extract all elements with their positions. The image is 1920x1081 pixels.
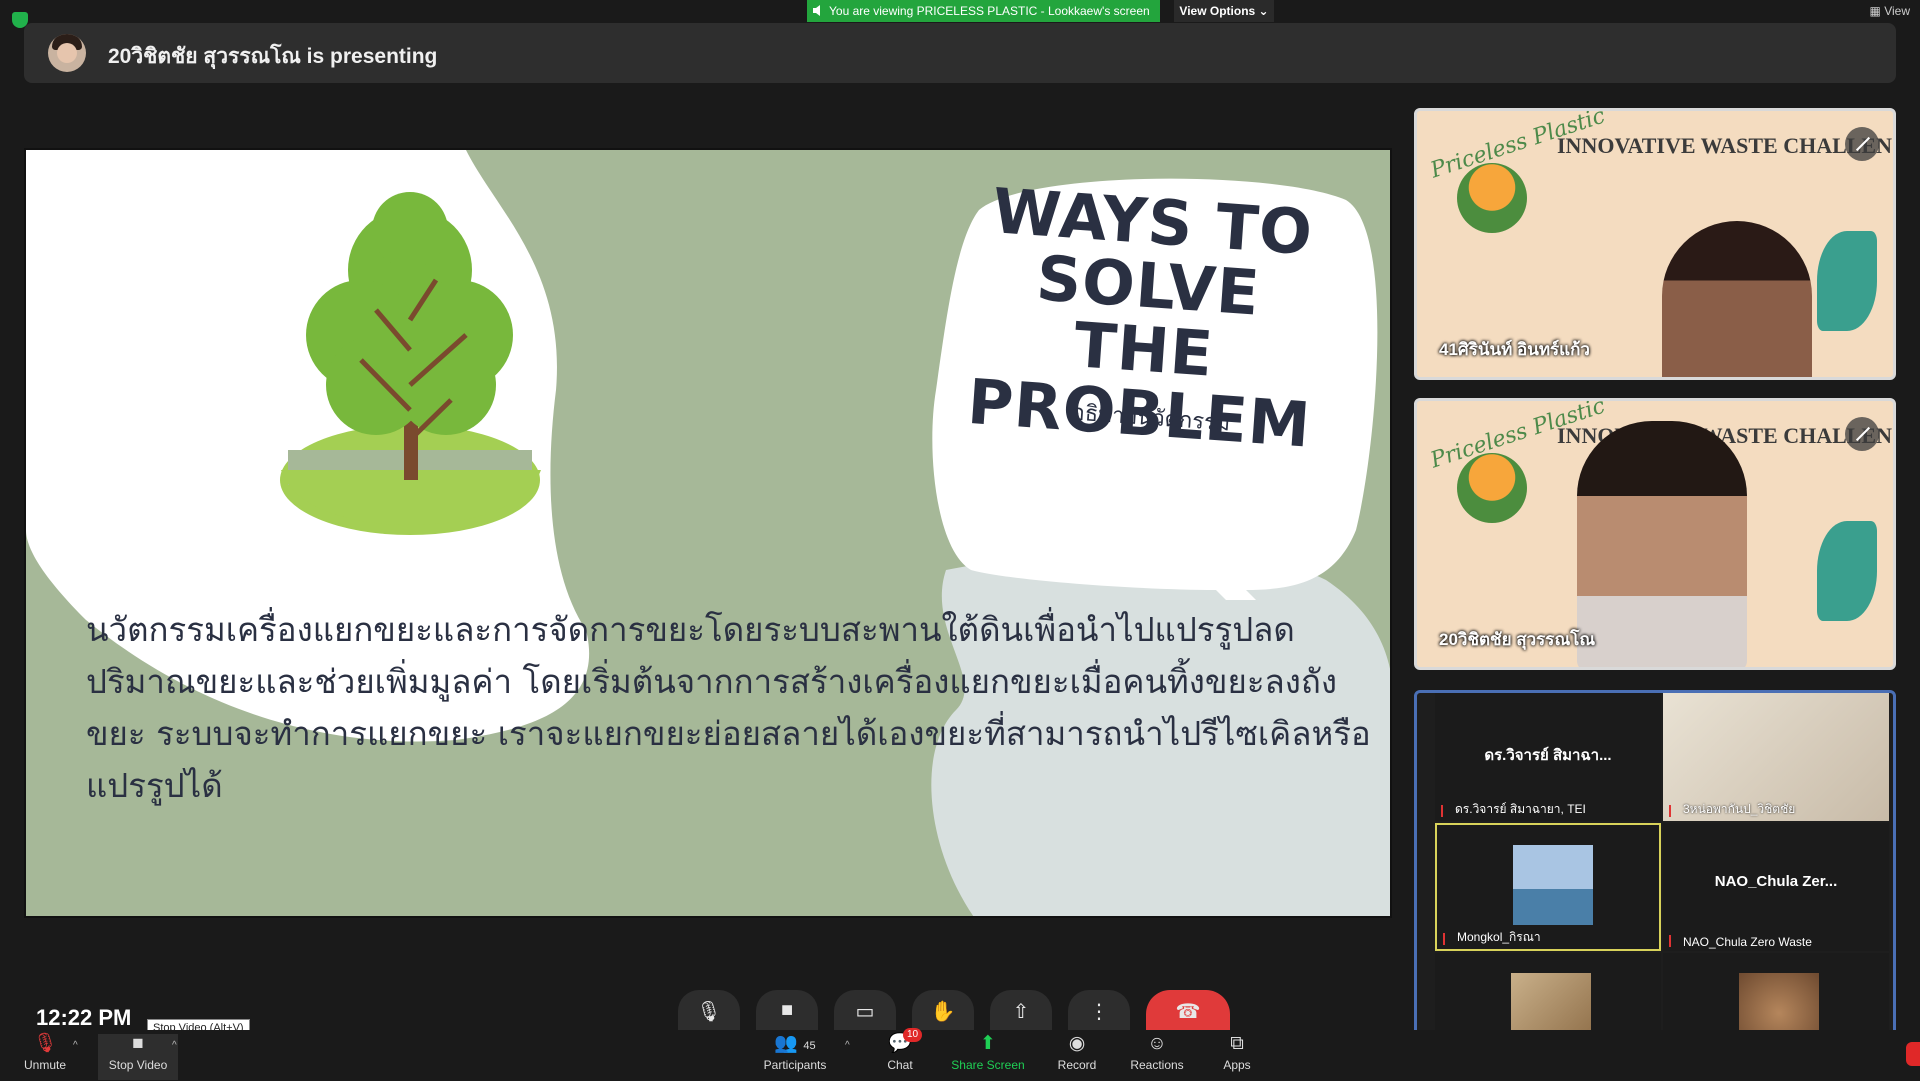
viewing-banner-text: You are viewing PRICELESS PLASTIC - Look…: [829, 4, 1150, 18]
muted-mic-icon: [1669, 805, 1677, 817]
microphone-icon: 🎙: [696, 1001, 722, 1023]
presenting-text: 20วิชิตชัย สุวรรณโณ is presenting: [108, 45, 438, 68]
camera-icon: ■: [132, 1033, 144, 1054]
participant-video: [1662, 221, 1812, 377]
participant-name: 41ศิรินันท์ อินทร์แก้ว: [1439, 340, 1590, 359]
video-tile-2[interactable]: Priceless Plastic INNOVATIVE WASTE CHALL…: [1414, 398, 1896, 670]
reactions-label: Reactions: [1130, 1058, 1184, 1072]
muted-mic-icon: [1845, 127, 1879, 161]
participant-video: [1577, 421, 1747, 667]
chat-label: Chat: [887, 1058, 913, 1072]
share-screen-button[interactable]: ⬆ Share Screen: [948, 1033, 1028, 1073]
record-button[interactable]: ◉ Record: [1037, 1033, 1117, 1073]
participants-label: Participants: [763, 1058, 827, 1072]
chat-unread-badge: 10: [903, 1028, 923, 1042]
record-icon: ◉: [1068, 1033, 1086, 1054]
share-screen-icon: ⬆: [980, 1033, 996, 1054]
camera-icon: ■: [780, 999, 794, 1021]
leave-phone-icon: ☎: [1175, 1001, 1201, 1023]
gallery-cell-label: 3หน่อพากันป_วิชิตชัย: [1683, 802, 1796, 816]
gallery-cell-name: NAO_Chula Zer...: [1714, 873, 1838, 890]
hand-icon: ✋: [930, 1001, 956, 1023]
unmute-label: Unmute: [23, 1058, 67, 1072]
chat-button[interactable]: 💬 Chat: [860, 1033, 940, 1073]
apps-icon: ⧉: [1230, 1033, 1244, 1054]
speaker-icon: [813, 5, 820, 16]
view-button-label: View: [1884, 4, 1910, 18]
gallery-cell-label: Mongkol_กิรณา: [1457, 930, 1541, 944]
share-pill-button[interactable]: ⇧: [990, 990, 1052, 1032]
muted-mic-icon: [1669, 935, 1677, 947]
raise-hand-pill-button[interactable]: ✋: [912, 990, 974, 1032]
tile-plant-decoration: [1817, 231, 1877, 331]
participants-options-caret[interactable]: ^: [845, 1040, 850, 1051]
chat-icon: 💬: [888, 1033, 912, 1054]
gallery-cell-name: ดร.วิจารย์ สิมาฉา...: [1484, 747, 1612, 764]
leave-pill-button[interactable]: ☎: [1146, 990, 1230, 1032]
video-options-caret[interactable]: ^: [172, 1040, 177, 1051]
clock-time: 12:22 PM: [36, 1005, 132, 1030]
gallery-cell-label: ดร.วิจารย์ สิมาฉายา, TEI: [1455, 802, 1586, 816]
presenter-avatar: [48, 34, 86, 72]
gallery-cell[interactable]: 3หน่อพากันป_วิชิตชัย: [1663, 693, 1889, 821]
more-vertical-icon: ⋮: [1089, 1001, 1109, 1023]
gallery-cell[interactable]: ดร.วิจารย์ สิมาฉา... ดร.วิจารย์ สิมาฉายา…: [1435, 693, 1661, 821]
captions-pill-button[interactable]: ▭: [834, 990, 896, 1032]
participants-button[interactable]: 👥 45 Participants: [755, 1033, 835, 1073]
participant-gallery: ดร.วิจารย์ สิมาฉา... ดร.วิจารย์ สิมาฉายา…: [1414, 690, 1896, 1081]
view-button[interactable]: ▦ View: [1870, 0, 1910, 22]
apps-button[interactable]: ⧉ Apps: [1197, 1033, 1277, 1073]
view-options-button[interactable]: View Options ⌄: [1174, 0, 1274, 22]
captions-icon: ▭: [855, 1001, 875, 1023]
share-up-icon: ⇧: [1012, 1001, 1030, 1023]
video-tile-1[interactable]: Priceless Plastic INNOVATIVE WASTE CHALL…: [1414, 108, 1896, 380]
end-meeting-edge[interactable]: [1906, 1042, 1920, 1066]
muted-mic-icon: [1443, 933, 1451, 945]
participant-thumbnail: [1513, 845, 1593, 925]
audio-options-caret[interactable]: ^: [73, 1040, 78, 1051]
muted-mic-icon: [1845, 417, 1879, 451]
reactions-icon: ☺: [1147, 1033, 1167, 1054]
record-label: Record: [1057, 1058, 1097, 1072]
presenting-bar: 20วิชิตชัย สุวรรณโณ is presenting: [24, 23, 1896, 83]
mic-pill-button[interactable]: 🎙: [678, 990, 740, 1032]
viewing-banner: You are viewing PRICELESS PLASTIC - Look…: [807, 0, 1160, 22]
stop-video-label: Stop Video: [108, 1058, 168, 1072]
muted-mic-icon: [1441, 805, 1449, 817]
apps-label: Apps: [1223, 1058, 1251, 1072]
tile-logo: [1457, 453, 1527, 523]
shared-screen-slide: WAYS TO SOLVE THE PROBLEM อธิบายนวัตกรรม…: [24, 148, 1392, 918]
participant-name: 20วิชิตชัย สุวรรณโณ: [1439, 630, 1596, 649]
gallery-cell[interactable]: NAO_Chula Zer... NAO_Chula Zero Waste: [1663, 823, 1889, 951]
share-screen-label: Share Screen: [951, 1058, 1025, 1072]
tile-plant-decoration: [1817, 521, 1877, 621]
gallery-cell[interactable]: Mongkol_กิรณา: [1435, 823, 1661, 951]
participants-count: 45: [803, 1040, 816, 1052]
stop-video-button[interactable]: ■ Stop Video: [98, 1034, 178, 1080]
camera-pill-button[interactable]: ■: [756, 990, 818, 1032]
gallery-cell-label: NAO_Chula Zero Waste: [1683, 935, 1812, 949]
participants-icon: 👥 45: [774, 1033, 816, 1054]
tile-logo: [1457, 163, 1527, 233]
more-pill-button[interactable]: ⋮: [1068, 990, 1130, 1032]
slide-body-text: นวัตกรรมเครื่องแยกขยะและการจัดการขยะโดยร…: [86, 610, 1371, 805]
reactions-button[interactable]: ☺ Reactions: [1117, 1033, 1197, 1073]
view-options-label: View Options: [1179, 4, 1256, 18]
